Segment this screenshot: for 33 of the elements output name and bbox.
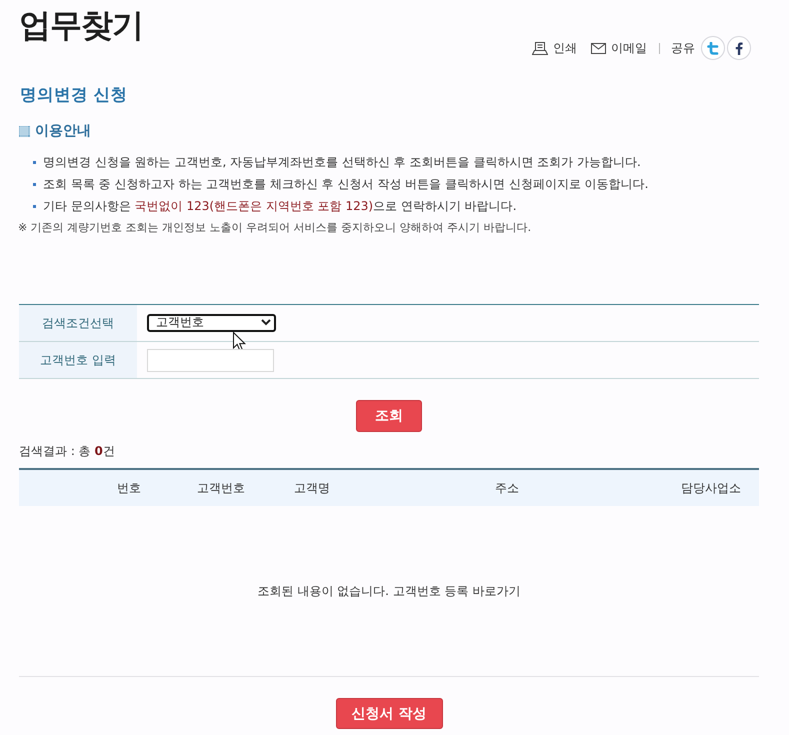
print-icon [532, 42, 548, 54]
guide-text: 기타 문의사항은 국번없이 123(핸드폰은 지역번호 포함 123)으로 연락하시기 바랍니다. [43, 198, 517, 214]
column-header: 고객명 [293, 480, 331, 496]
mouse-pointer-icon [233, 332, 246, 351]
chevron-down-icon [261, 319, 271, 326]
column-header: 번호 [116, 480, 142, 496]
search-condition-select[interactable]: 고객번호 [147, 314, 276, 332]
page-title: 업무찾기 [19, 6, 143, 46]
bullet-icon [33, 182, 36, 186]
print-link[interactable]: 인쇄 [532, 40, 577, 56]
bullet-icon [33, 160, 36, 164]
guide-text: 조회 목록 중 신청하고자 하는 고객번호를 체크하신 후 신청서 작성 버튼을 클릭하시면 신청페이지로 이동합니다. [43, 176, 648, 192]
facebook-icon[interactable] [727, 36, 751, 60]
customer-number-input[interactable] [147, 348, 274, 372]
column-header: 담당사업소 [680, 480, 742, 496]
application-button[interactable]: 신청서 작성 [336, 698, 442, 729]
guide-text: 명의변경 신청을 원하는 고객번호, 자동납부계좌번호를 선택하신 후 조회버튼을 클릭하시면 조회가 가능합니다. [43, 154, 641, 170]
search-button[interactable]: 조회 [356, 400, 422, 432]
section-title: 명의변경 신청 [20, 84, 129, 106]
register-link[interactable]: 고객번호 등록 바로가기 [392, 584, 520, 598]
column-header: 주소 [494, 480, 520, 496]
mail-icon [591, 42, 606, 54]
guide-heading: 이용안내 [35, 122, 91, 140]
patterned-square-icon [19, 126, 30, 136]
notice-text: ※ 기존의 계량기번호 조회는 개인정보 노출이 우려되어 서비스를 중지하오니 양해하여 주시기 바랍니다. [18, 220, 532, 236]
result-count: 검색결과 : 총 0건 [19, 443, 116, 460]
share-label: 공유 [671, 40, 695, 56]
email-link[interactable]: 이메일 [591, 40, 647, 56]
form-label: 고객번호 입력 [19, 342, 137, 378]
bullet-icon [33, 204, 36, 208]
empty-message: 조회된 내용이 없습니다. 고객번호 등록 바로가기 [258, 582, 520, 600]
column-header: 고객번호 [196, 480, 246, 496]
form-label: 검색조건선택 [19, 305, 137, 341]
